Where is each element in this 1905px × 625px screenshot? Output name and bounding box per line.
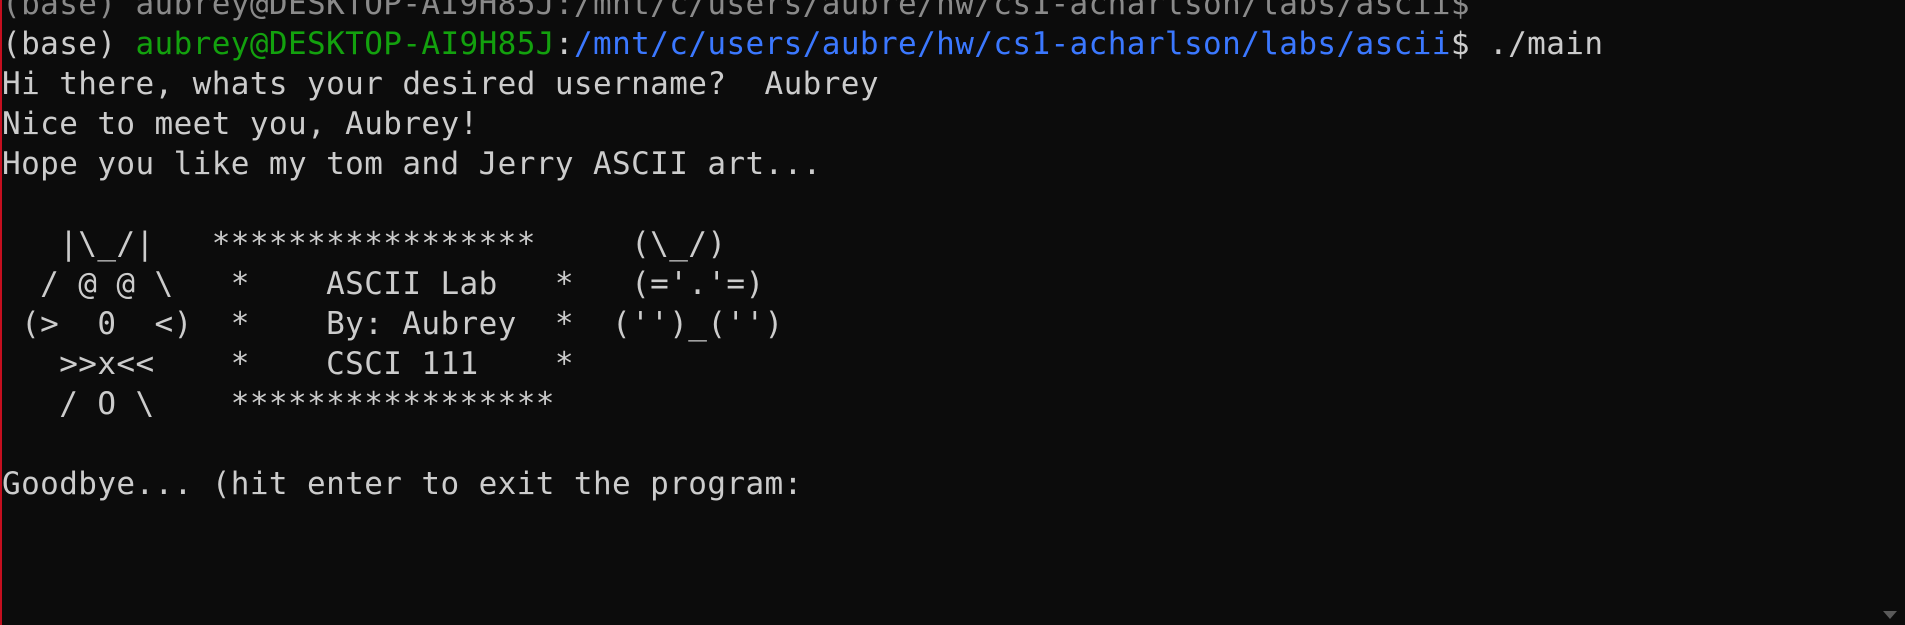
command-text: ./main (1489, 26, 1604, 62)
scroll-down-arrow-icon[interactable] (1883, 611, 1897, 619)
conda-env: (base) (2, 26, 136, 62)
command-prompt-line: (base) aubrey@DESKTOP-AI9H85J:/mnt/c/use… (2, 24, 1603, 64)
output-line: Hope you like my tom and Jerry ASCII art… (2, 146, 822, 182)
prompt-symbol: $ (1450, 26, 1490, 62)
ascii-art-line: / @ @ \ * ASCII Lab * (='.'=) (2, 266, 765, 302)
terminal-window[interactable]: (base) aubrey@DESKTOP-AI9H85J:/mnt/c/use… (0, 0, 1905, 625)
previous-prompt-line: (base) aubrey@DESKTOP-AI9H85J:/mnt/c/use… (2, 0, 1470, 22)
terminal-output: (base) aubrey@DESKTOP-AI9H85J:/mnt/c/use… (2, 0, 1603, 504)
ascii-art-line: (> 0 <) * By: Aubrey * ('')_('') (2, 306, 784, 342)
output-line: Hi there, whats your desired username? A… (2, 66, 879, 102)
ascii-art-line: / O \ ***************** (2, 386, 555, 422)
ascii-art-line: >>x<< * CSCI 111 * (2, 346, 574, 382)
output-line: Nice to meet you, Aubrey! (2, 106, 479, 142)
prompt-separator: : (554, 26, 574, 62)
exit-prompt-line: Goodbye... (hit enter to exit the progra… (2, 466, 803, 502)
user-host: aubrey@DESKTOP-AI9H85J (135, 26, 555, 62)
ascii-art-line: |\_/| ***************** (\_/) (2, 226, 727, 262)
vertical-scrollbar[interactable] (1879, 0, 1905, 625)
working-directory: /mnt/c/users/aubre/hw/cs1-acharlson/labs… (573, 26, 1451, 62)
